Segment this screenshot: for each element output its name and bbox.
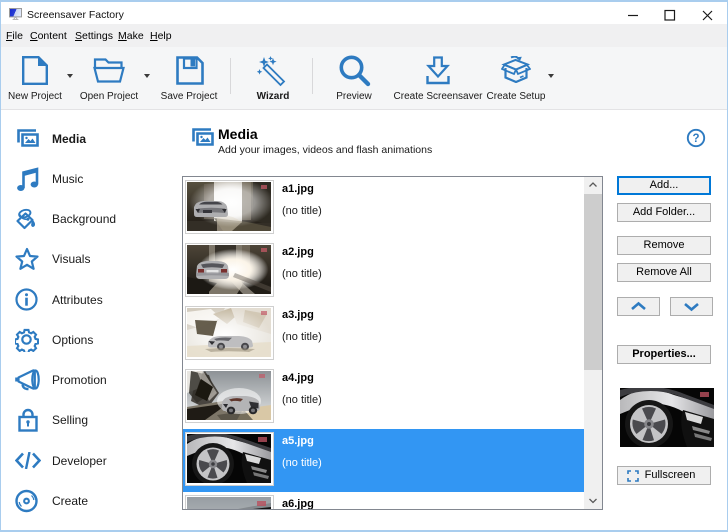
svg-text:?: ? [692, 133, 699, 145]
